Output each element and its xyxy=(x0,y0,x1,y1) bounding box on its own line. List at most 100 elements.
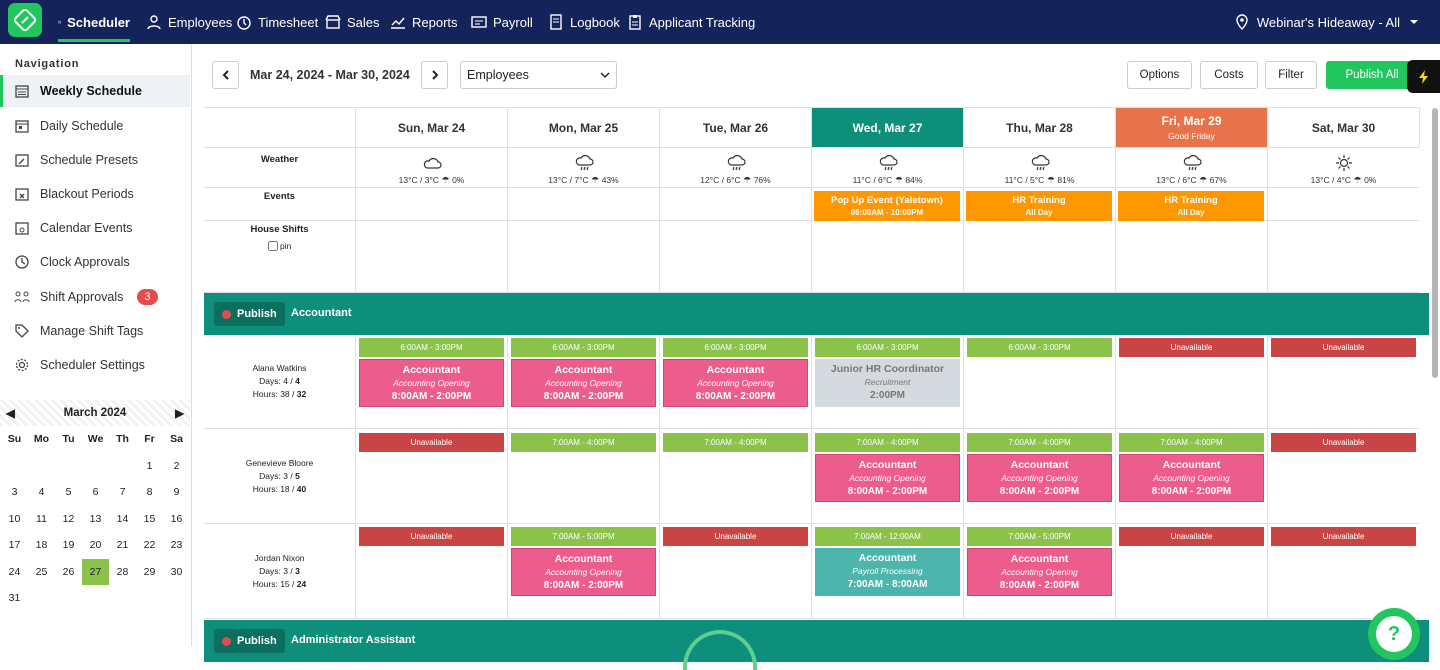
calendar-day[interactable]: 2 xyxy=(163,453,190,480)
calendar-day[interactable]: 5 xyxy=(55,479,82,506)
calendar-day[interactable]: 26 xyxy=(55,559,82,586)
calendar-day[interactable]: 7 xyxy=(109,479,136,506)
schedule-cell[interactable]: Unavailable xyxy=(1267,524,1419,618)
calendar-day[interactable]: 28 xyxy=(109,559,136,586)
sidebar-item-weekly-schedule[interactable]: Weekly Schedule xyxy=(0,75,190,107)
nav-employees[interactable]: Employees xyxy=(146,0,232,44)
calendar-day[interactable]: 31 xyxy=(1,585,28,612)
shift-card[interactable]: AccountantAccounting Opening8:00AM - 2:0… xyxy=(967,548,1112,596)
calendar-event[interactable]: Pop Up Event (Yaletown)06:00AM - 10:00PM xyxy=(814,191,960,221)
shift-card[interactable]: AccountantPayroll Processing7:00AM - 8:0… xyxy=(815,548,960,596)
calendar-day[interactable]: 21 xyxy=(109,532,136,559)
shift-card[interactable]: AccountantAccounting Opening8:00AM - 2:0… xyxy=(967,454,1112,502)
view-select[interactable]: Employees xyxy=(460,61,617,89)
schedule-cell[interactable]: 7:00AM - 4:00PM xyxy=(659,430,811,523)
schedule-cell[interactable]: Unavailable xyxy=(355,524,507,618)
schedule-cell[interactable]: 7:00AM - 4:00PMAccountantAccounting Open… xyxy=(1115,430,1267,523)
sidebar-item-calendar-events[interactable]: Calendar Events xyxy=(0,212,190,244)
calendar-day[interactable]: 9 xyxy=(163,479,190,506)
calendar-day[interactable]: 25 xyxy=(28,559,55,586)
sidebar-item-scheduler-settings[interactable]: Scheduler Settings xyxy=(0,349,190,381)
schedule-cell[interactable]: 7:00AM - 4:00PMAccountantAccounting Open… xyxy=(963,430,1115,523)
employee-info[interactable]: Genevieve BlooreDays: 3 / 5Hours: 18 / 4… xyxy=(204,430,355,523)
employee-info[interactable]: Jordan NixonDays: 3 / 3Hours: 15 / 24 xyxy=(204,524,355,618)
calendar-day[interactable]: 22 xyxy=(136,532,163,559)
calendar-day[interactable]: 1 xyxy=(136,453,163,480)
sidebar-item-manage-shift-tags[interactable]: Manage Shift Tags xyxy=(0,315,190,347)
calendar-event[interactable]: HR TrainingAll Day xyxy=(966,191,1112,221)
schedule-cell[interactable]: Unavailable xyxy=(1267,335,1419,428)
day-header-cell[interactable]: Fri, Mar 29Good Friday xyxy=(1115,108,1267,147)
pin-checkbox[interactable] xyxy=(268,241,278,251)
shift-card[interactable]: Junior HR CoordinatorRecruitment2:00PM xyxy=(815,359,960,407)
schedule-cell[interactable]: 6:00AM - 3:00PMAccountantAccounting Open… xyxy=(659,335,811,428)
nav-applicant-tracking[interactable]: Applicant Tracking xyxy=(627,0,755,44)
calendar-day[interactable]: 4 xyxy=(28,479,55,506)
day-header-cell[interactable]: Thu, Mar 28 xyxy=(963,108,1115,147)
calendar-day[interactable]: 29 xyxy=(136,559,163,586)
calendar-day[interactable]: 24 xyxy=(1,559,28,586)
schedule-cell[interactable]: Unavailable xyxy=(1115,524,1267,618)
calendar-day[interactable]: 23 xyxy=(163,532,190,559)
shift-card[interactable]: AccountantAccounting Opening8:00AM - 2:0… xyxy=(815,454,960,502)
calendar-day[interactable]: 18 xyxy=(28,532,55,559)
publish-all-button[interactable]: Publish All xyxy=(1326,61,1418,89)
schedule-cell[interactable]: 6:00AM - 3:00PMJunior HR CoordinatorRecr… xyxy=(811,335,963,428)
sidebar-item-blackout-periods[interactable]: Blackout Periods xyxy=(0,178,190,210)
calendar-day[interactable]: 13 xyxy=(82,506,109,533)
sidebar-item-shift-approvals[interactable]: Shift Approvals 3 xyxy=(0,281,190,313)
schedule-cell[interactable]: 7:00AM - 12:00AMAccountantPayroll Proces… xyxy=(811,524,963,618)
shift-card[interactable]: AccountantAccounting Opening8:00AM - 2:0… xyxy=(1119,454,1264,502)
app-logo[interactable] xyxy=(8,3,42,37)
publish-department-button[interactable]: Publish xyxy=(214,629,285,653)
schedule-cell[interactable]: 7:00AM - 5:00PMAccountantAccounting Open… xyxy=(963,524,1115,618)
shift-card[interactable]: AccountantAccounting Opening8:00AM - 2:0… xyxy=(511,548,656,596)
sidebar-item-clock-approvals[interactable]: Clock Approvals xyxy=(0,246,190,278)
nav-logbook[interactable]: Logbook xyxy=(548,0,620,44)
schedule-cell[interactable]: 6:00AM - 3:00PMAccountantAccounting Open… xyxy=(355,335,507,428)
employee-info[interactable]: Alana WatkinsDays: 4 / 4Hours: 38 / 32 xyxy=(204,335,355,428)
calendar-day[interactable]: 10 xyxy=(1,506,28,533)
help-button[interactable]: ? xyxy=(1368,608,1420,660)
calendar-day[interactable]: 12 xyxy=(55,506,82,533)
pin-control[interactable]: pin xyxy=(204,241,355,251)
nav-payroll[interactable]: Payroll xyxy=(471,0,533,44)
calendar-day[interactable]: 14 xyxy=(109,506,136,533)
next-month-icon[interactable]: ▶ xyxy=(175,406,184,420)
next-week-button[interactable] xyxy=(421,61,448,89)
schedule-cell[interactable]: Unavailable xyxy=(1115,335,1267,428)
nav-timesheet[interactable]: Timesheet xyxy=(236,0,318,44)
shift-card[interactable]: AccountantAccounting Opening8:00AM - 2:0… xyxy=(359,359,504,407)
calendar-day[interactable]: 27 xyxy=(82,559,109,586)
calendar-day[interactable]: 19 xyxy=(55,532,82,559)
shift-card[interactable]: AccountantAccounting Opening8:00AM - 2:0… xyxy=(511,359,656,407)
calendar-day[interactable]: 20 xyxy=(82,532,109,559)
costs-button[interactable]: Costs xyxy=(1200,61,1258,89)
sidebar-item-schedule-presets[interactable]: Schedule Presets xyxy=(0,144,190,176)
calendar-day[interactable]: 15 xyxy=(136,506,163,533)
schedule-cell[interactable]: Unavailable xyxy=(355,430,507,523)
day-header-cell[interactable]: Sat, Mar 30 xyxy=(1267,108,1419,147)
prev-month-icon[interactable]: ◀ xyxy=(6,406,15,420)
schedule-cell[interactable]: 7:00AM - 4:00PMAccountantAccounting Open… xyxy=(811,430,963,523)
filter-button[interactable]: Filter xyxy=(1265,61,1317,89)
location-selector[interactable]: Webinar's Hideaway - All xyxy=(1235,0,1420,44)
day-header-cell[interactable]: Wed, Mar 27 xyxy=(811,108,963,147)
page-scrollbar[interactable] xyxy=(1432,108,1438,378)
calendar-day[interactable]: 8 xyxy=(136,479,163,506)
schedule-cell[interactable]: 6:00AM - 3:00PM xyxy=(963,335,1115,428)
schedule-cell[interactable]: Unavailable xyxy=(659,524,811,618)
schedule-cell[interactable]: 6:00AM - 3:00PMAccountantAccounting Open… xyxy=(507,335,659,428)
day-header-cell[interactable]: Sun, Mar 24 xyxy=(355,108,507,147)
calendar-day[interactable]: 11 xyxy=(28,506,55,533)
calendar-day[interactable]: 17 xyxy=(1,532,28,559)
nav-reports[interactable]: Reports xyxy=(390,0,458,44)
calendar-day[interactable]: 30 xyxy=(163,559,190,586)
quick-actions-button[interactable] xyxy=(1407,60,1440,93)
nav-scheduler[interactable]: Scheduler xyxy=(58,0,130,44)
calendar-day[interactable]: 6 xyxy=(82,479,109,506)
schedule-cell[interactable]: Unavailable xyxy=(1267,430,1419,523)
schedule-cell[interactable]: 7:00AM - 4:00PM xyxy=(507,430,659,523)
schedule-cell[interactable]: 7:00AM - 5:00PMAccountantAccounting Open… xyxy=(507,524,659,618)
calendar-day[interactable]: 16 xyxy=(163,506,190,533)
